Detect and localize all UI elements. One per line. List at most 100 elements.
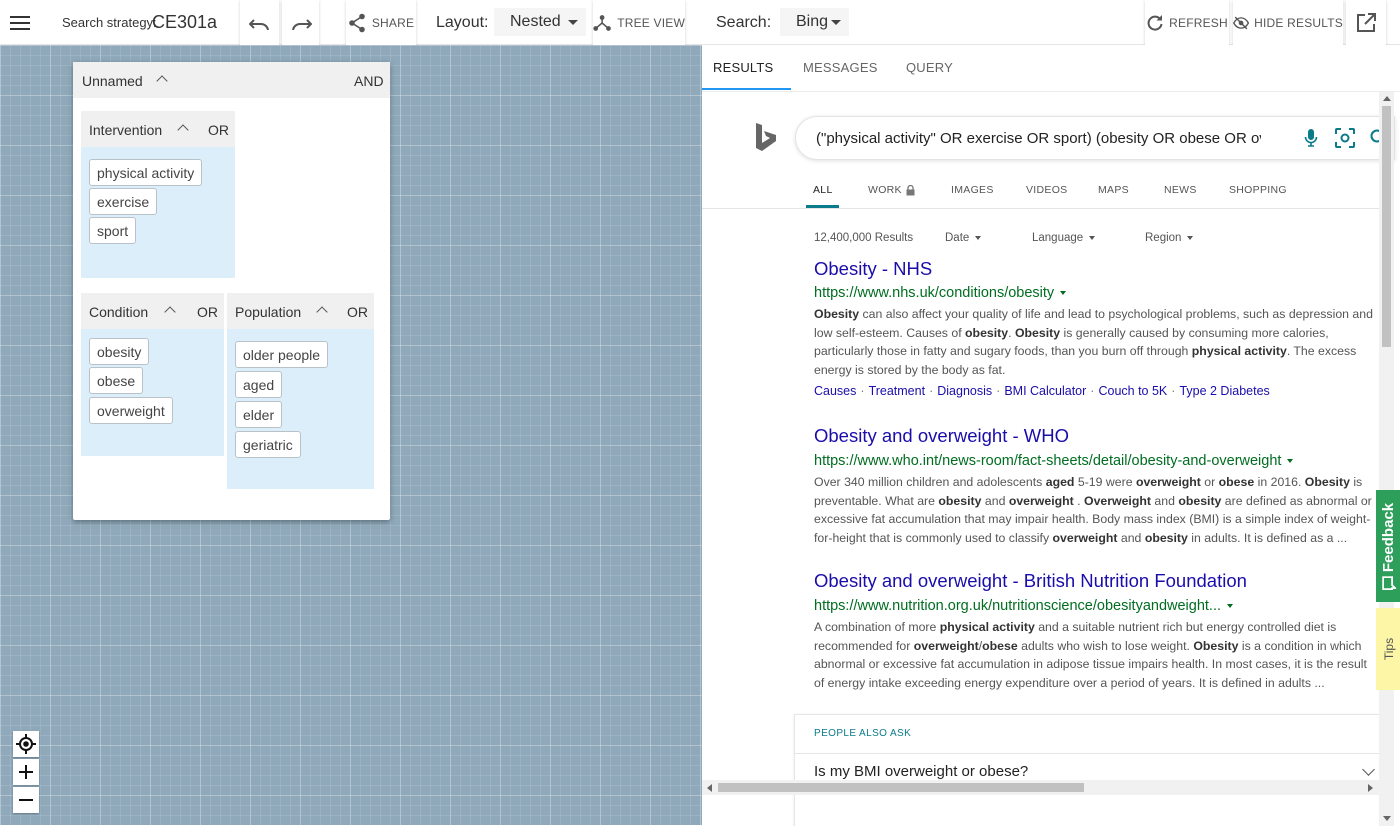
recenter-button[interactable] [13, 731, 39, 757]
tab-query[interactable]: QUERY [906, 45, 953, 90]
horizontal-scrollbar[interactable] [702, 780, 1379, 795]
chevron-up-icon[interactable] [316, 306, 328, 318]
strategy-block-operator[interactable]: AND [354, 73, 384, 89]
term-chip[interactable]: obesity [89, 338, 150, 365]
term-chip[interactable]: elder [235, 401, 283, 428]
result-snippet: A combination of more physical activity … [814, 620, 1367, 690]
filter-language[interactable]: Language [1032, 232, 1096, 244]
tips-tab[interactable]: Tips [1376, 608, 1400, 690]
scroll-up-icon[interactable] [1383, 96, 1391, 101]
bing-nav-maps[interactable]: MAPS [1098, 184, 1129, 196]
term-chip[interactable]: sport [89, 217, 137, 244]
feedback-tab[interactable]: Feedback [1376, 490, 1400, 602]
hide-results-button[interactable]: HIDE RESULTS [1233, 0, 1343, 45]
term-chip[interactable]: older people [235, 341, 329, 368]
term-chip[interactable]: exercise [89, 188, 158, 215]
group-operator[interactable]: OR [208, 122, 229, 138]
chevron-up-icon[interactable] [156, 75, 168, 87]
open-external-button[interactable] [1346, 0, 1386, 45]
tab-messages[interactable]: MESSAGES [803, 45, 878, 90]
tree-view-button[interactable]: TREE VIEW [593, 0, 685, 45]
redo-button[interactable] [282, 0, 319, 45]
group-name[interactable]: Intervention [89, 122, 162, 138]
visual-search-icon[interactable] [1335, 128, 1355, 148]
bing-logo-icon[interactable] [755, 122, 777, 157]
strategy-block[interactable]: Unnamed AND Intervention OR physical act… [73, 62, 390, 520]
strategy-block-name[interactable]: Unnamed [82, 73, 143, 89]
scroll-right-icon[interactable] [1368, 784, 1373, 792]
bing-nav-work[interactable]: WORK [868, 184, 915, 196]
scroll-left-icon[interactable] [707, 784, 712, 792]
group-name[interactable]: Condition [89, 304, 148, 320]
vertical-scrollbar[interactable] [1379, 92, 1394, 826]
result-url[interactable]: https://www.nhs.uk/conditions/obesity [814, 285, 1067, 301]
minus-icon [19, 799, 33, 801]
deeplink[interactable]: BMI Calculator [1004, 384, 1086, 398]
strategy-block-header: Unnamed AND [73, 62, 390, 98]
bing-nav-all[interactable]: ALL [813, 184, 833, 196]
term-chip[interactable]: overweight [89, 397, 173, 424]
bing-nav-work-label: WORK [868, 184, 902, 196]
deeplink[interactable]: Couch to 5K [1098, 384, 1167, 398]
group-operator[interactable]: OR [197, 304, 218, 320]
deeplink[interactable]: Type 2 Diabetes [1179, 384, 1269, 398]
active-tab-indicator [702, 88, 791, 90]
term-chip[interactable]: obese [89, 367, 144, 394]
term-chip[interactable]: aged [235, 371, 283, 398]
result-title[interactable]: Obesity and overweight - WHO [814, 425, 1069, 447]
group-population[interactable]: Population OR older people aged elder ge… [227, 293, 374, 489]
paa-question[interactable]: Is my BMI overweight or obese? [814, 763, 1028, 780]
undo-button[interactable] [240, 0, 279, 45]
deeplink[interactable]: Causes [814, 384, 856, 398]
chevron-down-icon [975, 236, 982, 240]
result-url-text: https://www.nutrition.org.uk/nutritionsc… [814, 598, 1222, 614]
deeplink[interactable]: Treatment [869, 384, 926, 398]
strategy-name[interactable]: CE301a [152, 0, 217, 45]
bing-nav-shopping[interactable]: SHOPPING [1229, 184, 1287, 196]
divider [795, 753, 1385, 754]
result-title[interactable]: Obesity and overweight - British Nutriti… [814, 570, 1247, 592]
bing-nav-images[interactable]: IMAGES [951, 184, 994, 196]
chevron-down-icon[interactable] [1227, 604, 1234, 608]
tree-icon [593, 14, 611, 31]
bing-search-input[interactable]: ("physical activity" OR exercise OR spor… [816, 117, 1261, 159]
share-button[interactable]: SHARE [346, 0, 416, 45]
group-intervention[interactable]: Intervention OR physical activity exerci… [81, 111, 235, 278]
horizontal-scroll-thumb[interactable] [718, 783, 1084, 792]
search-engine-value: Bing [796, 13, 829, 30]
chevron-up-icon[interactable] [177, 124, 189, 136]
layout-select[interactable]: Nested [494, 8, 586, 36]
chevron-up-icon[interactable] [164, 306, 176, 318]
chevron-down-icon[interactable] [1362, 763, 1375, 776]
chevron-down-icon[interactable] [1060, 291, 1067, 295]
strategy-canvas[interactable]: Unnamed AND Intervention OR physical act… [0, 45, 702, 825]
term-chip[interactable]: physical activity [89, 159, 203, 186]
bing-nav-videos[interactable]: VIDEOS [1026, 184, 1067, 196]
group-operator[interactable]: OR [347, 304, 368, 320]
result-title[interactable]: Obesity - NHS [814, 258, 932, 280]
tree-view-label: TREE VIEW [617, 15, 685, 30]
menu-icon[interactable] [10, 0, 32, 45]
refresh-button[interactable]: REFRESH [1145, 0, 1229, 45]
result-url[interactable]: https://www.who.int/news-room/fact-sheet… [814, 453, 1294, 469]
group-condition[interactable]: Condition OR obesity obese overweight [81, 293, 224, 456]
result-url[interactable]: https://www.nutrition.org.uk/nutritionsc… [814, 598, 1234, 614]
scroll-down-icon[interactable] [1383, 816, 1391, 821]
bing-results-frame[interactable]: ("physical activity" OR exercise OR spor… [702, 91, 1400, 826]
bing-search-box[interactable]: ("physical activity" OR exercise OR spor… [795, 116, 1395, 160]
zoom-out-button[interactable] [13, 787, 39, 813]
vertical-scroll-thumb[interactable] [1382, 106, 1391, 347]
term-chip[interactable]: geriatric [235, 431, 301, 458]
tab-results[interactable]: RESULTS [713, 45, 773, 90]
group-name[interactable]: Population [235, 304, 301, 320]
filter-date[interactable]: Date [945, 232, 982, 244]
bing-nav-news[interactable]: NEWS [1164, 184, 1197, 196]
chevron-down-icon[interactable] [1287, 459, 1294, 463]
share-icon [349, 13, 365, 32]
microphone-icon[interactable] [1304, 128, 1318, 148]
toolbar: Search strategy: CE301a SHARE Layout: Ne… [0, 0, 1400, 45]
zoom-in-button[interactable] [13, 759, 39, 785]
search-engine-select[interactable]: Bing [780, 8, 849, 36]
filter-region[interactable]: Region [1145, 232, 1194, 244]
deeplink[interactable]: Diagnosis [937, 384, 992, 398]
